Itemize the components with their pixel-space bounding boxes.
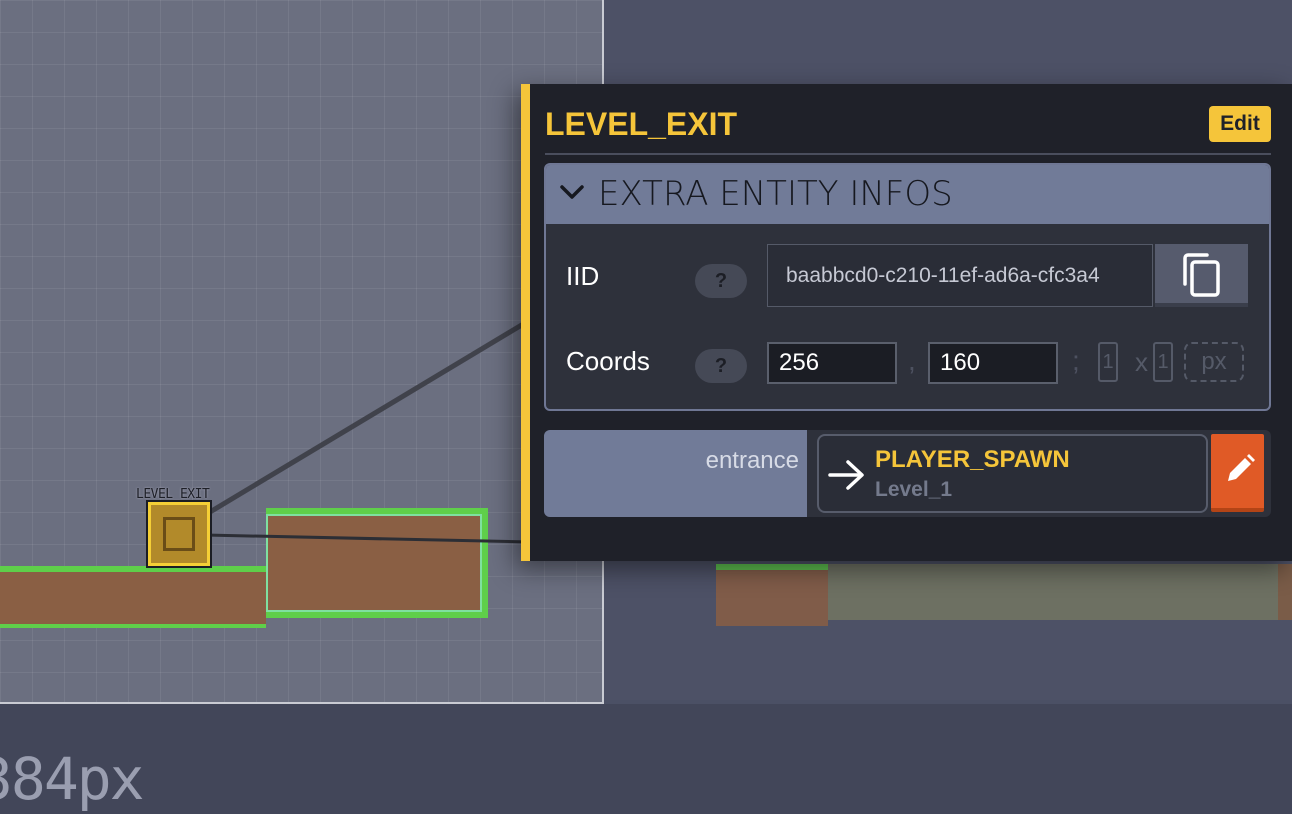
entity-name-tag: LEVEL_EXIT [136, 487, 210, 502]
iid-help-button[interactable]: ? [695, 264, 747, 298]
target-entity-name: PLAYER_SPAWN [875, 446, 1070, 473]
target-level-name: Level_1 [875, 478, 953, 501]
level-size-label: 384px [0, 745, 145, 813]
coords-help-button[interactable]: ? [695, 349, 747, 383]
pencil-icon [1228, 454, 1255, 481]
coord-separator: , [908, 345, 916, 376]
times-symbol: x [1135, 347, 1148, 377]
arrow-right-icon [828, 460, 864, 490]
coord-x-input[interactable] [767, 342, 897, 384]
field-label: entrance [705, 447, 799, 474]
divider [545, 153, 1271, 155]
size-separator: ; [1072, 345, 1080, 376]
extra-entity-infos-section: EXTRA ENTITY INFOS IID ? baabbcd0-c210-1… [544, 163, 1271, 411]
coords-label: Coords [566, 346, 650, 376]
copy-iid-button[interactable] [1155, 244, 1248, 307]
edit-button[interactable]: Edit [1209, 106, 1271, 142]
door-icon [163, 517, 195, 551]
entrance-field-row: entrance PLAYER_SPAWN Level_1 [544, 430, 1271, 517]
edit-reference-button[interactable] [1211, 434, 1264, 512]
bottom-bar [0, 704, 1292, 814]
width-input[interactable]: 1 [1098, 342, 1118, 382]
field-label-box: entrance [544, 430, 807, 517]
chevron-down-icon [560, 185, 584, 199]
entity-reference-target[interactable]: PLAYER_SPAWN Level_1 [817, 434, 1208, 513]
coord-y-input[interactable] [928, 342, 1058, 384]
copy-icon [1183, 253, 1220, 297]
entity-title: LEVEL_EXIT [545, 106, 738, 142]
section-header[interactable]: EXTRA ENTITY INFOS [546, 165, 1269, 224]
entity-instance-panel: LEVEL_EXIT Edit EXTRA ENTITY INFOS IID ?… [521, 84, 1292, 561]
unit-toggle[interactable]: px [1184, 342, 1244, 382]
iid-label: IID [566, 261, 600, 291]
iid-field[interactable]: baabbcd0-c210-11ef-ad6a-cfc3a4 [767, 244, 1153, 307]
height-input[interactable]: 1 [1153, 342, 1173, 382]
level-exit-entity[interactable] [146, 500, 212, 568]
section-title: EXTRA ENTITY INFOS [598, 174, 953, 214]
